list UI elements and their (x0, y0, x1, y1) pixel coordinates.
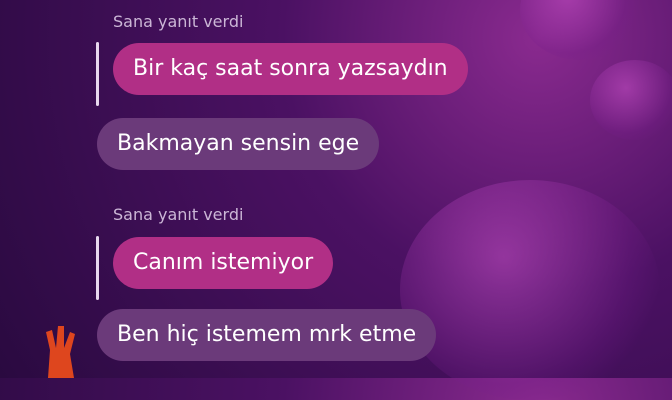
background-heart-large (400, 180, 660, 400)
quote-bar (96, 236, 99, 300)
reply-label: Sana yanıt verdi (113, 205, 244, 224)
background-heart-top-right (520, 0, 640, 60)
reply-label: Sana yanıt verdi (113, 12, 244, 31)
background-heart-small (590, 60, 672, 140)
reply-message-bubble[interactable]: Ben hiç istemem mrk etme (97, 309, 437, 361)
hand-drawing-icon (46, 326, 75, 378)
quoted-message-bubble[interactable]: Bir kaç saat sonra yazsaydın (113, 43, 468, 95)
reply-message-bubble[interactable]: Bakmayan sensin ege (97, 118, 380, 170)
quoted-message-bubble[interactable]: Canım istemiyor (113, 237, 334, 289)
quote-bar (96, 42, 99, 106)
